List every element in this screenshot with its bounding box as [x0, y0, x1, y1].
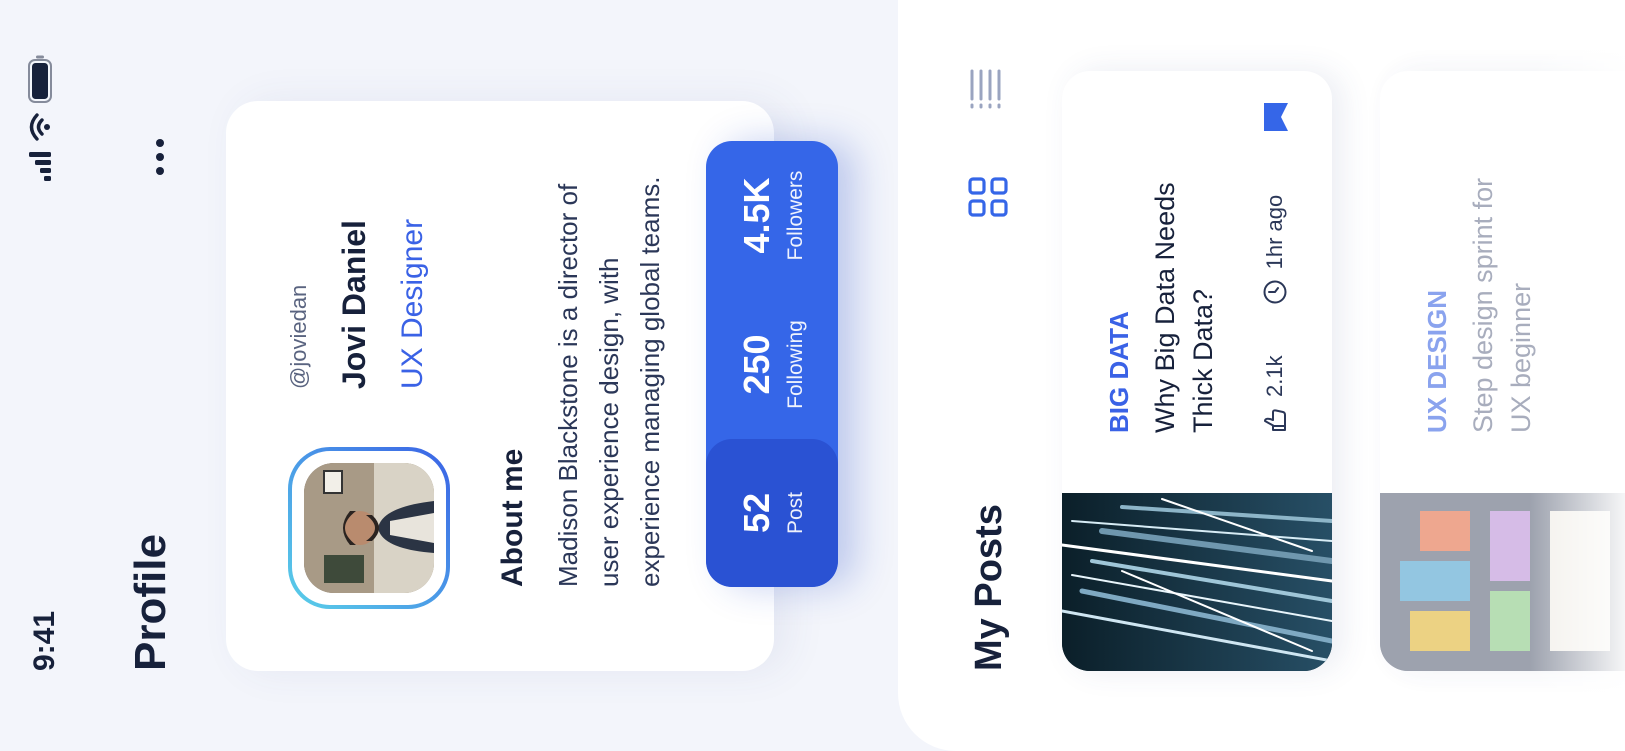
about-title: About me [496, 448, 529, 587]
post-title[interactable]: Why Big Data Needs Thick Data? [1146, 163, 1222, 433]
stat-followers-label: Followers [784, 170, 807, 261]
battery-icon [28, 55, 52, 103]
profile-handle: @joviedan [286, 284, 311, 389]
stat-followers-value: 4.5K [736, 177, 777, 254]
bookmark-icon [1264, 103, 1288, 131]
grid-view-button[interactable] [966, 175, 1010, 219]
page-title: Profile [126, 534, 175, 671]
stat-posts-value: 52 [736, 492, 777, 534]
stats-bar: 52 Post 250 Following 4.5K Followers [706, 141, 838, 587]
status-icons [28, 55, 52, 181]
post-meta: 2.1k 1hr ago [1262, 195, 1288, 433]
profile-role: UX Designer [396, 218, 429, 389]
more-options-button[interactable] [138, 135, 182, 179]
stat-posts[interactable]: 52 Post [706, 439, 838, 587]
post-time: 1hr ago [1262, 194, 1287, 270]
stat-posts-label: Post [784, 491, 807, 535]
about-text: Madison Blackstone is a director of user… [553, 176, 665, 587]
clock-icon [1263, 280, 1287, 304]
avatar[interactable] [288, 447, 450, 609]
stat-followers[interactable]: 4.5K Followers [706, 141, 838, 290]
grid-view-icon [968, 177, 1008, 217]
wifi-icon [29, 113, 50, 141]
more-icon [156, 167, 164, 175]
profile-name: Jovi Daniel [336, 220, 372, 389]
bookmark-button[interactable] [1264, 103, 1288, 131]
post-thumbnail [1062, 493, 1332, 671]
signal-icon [29, 152, 51, 181]
avatar-photo [304, 463, 434, 593]
stat-following-value: 250 [736, 334, 777, 395]
post-likes: 2.1k [1262, 355, 1287, 397]
bottom-fade [1530, 0, 1625, 751]
posts-title: My Posts [968, 504, 1010, 671]
avatar-image [304, 463, 434, 593]
post-title[interactable]: Step design sprint for UX beginner [1464, 163, 1540, 433]
like-icon[interactable] [1262, 407, 1288, 433]
stat-following-label: Following [784, 320, 807, 409]
list-view-icon [970, 69, 1001, 109]
post-category: BIG DATA [1104, 311, 1134, 433]
stat-following[interactable]: 250 Following [706, 290, 838, 439]
status-time: 9:41 [28, 610, 61, 671]
phone-screen: 9:41 Profile @joviedan Jovi Daniel UX De… [0, 0, 1625, 751]
post-category: UX DESIGN [1422, 289, 1452, 433]
post-thumbnail-image [1062, 493, 1332, 671]
more-icon-dot [156, 153, 164, 161]
list-view-button[interactable] [966, 67, 1010, 111]
more-icon-dot [156, 139, 164, 147]
avatar-frame [292, 451, 446, 605]
